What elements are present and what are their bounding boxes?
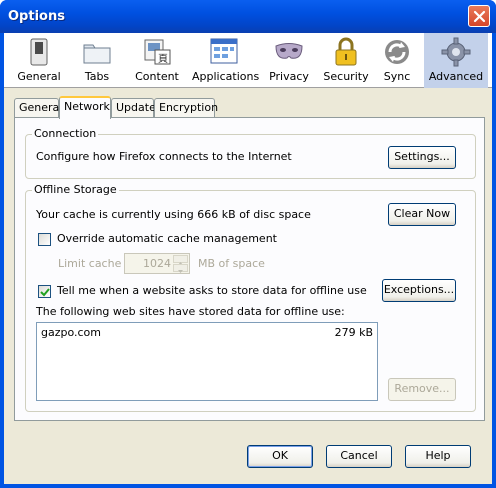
switch-icon bbox=[30, 38, 48, 66]
folder-tabs-icon bbox=[83, 44, 111, 64]
cache-size-value: 1024 bbox=[143, 257, 171, 270]
pane-label: Privacy bbox=[269, 70, 309, 83]
tell-me-checkbox[interactable] bbox=[38, 285, 51, 298]
cache-size-spinner[interactable]: 1024 bbox=[124, 253, 190, 274]
exceptions-label: Exceptions... bbox=[383, 283, 455, 296]
spinner-up-icon[interactable] bbox=[173, 255, 188, 265]
pane-sync[interactable]: Sync bbox=[368, 33, 426, 88]
svg-text:頁: 頁 bbox=[158, 53, 168, 65]
pane-label: Sync bbox=[383, 70, 411, 83]
tab-general[interactable]: General bbox=[14, 98, 62, 118]
pane-toolbar: General Tabs 頁 Content Applications Priv… bbox=[4, 33, 492, 88]
override-cache-label[interactable]: Override automatic cache management bbox=[57, 232, 277, 245]
offline-storage-group: Offline Storage Your cache is currently … bbox=[25, 183, 476, 412]
close-icon bbox=[473, 10, 486, 23]
spinner-arrows bbox=[173, 255, 188, 273]
pane-applications[interactable]: Applications bbox=[192, 33, 260, 88]
options-window: Options General Tabs 頁 Content Applicati… bbox=[0, 0, 496, 488]
tab-update[interactable]: Update bbox=[111, 98, 156, 118]
ok-label: OK bbox=[272, 449, 288, 462]
list-item[interactable]: gazpo.com 279 kB bbox=[41, 325, 373, 341]
connection-settings-button[interactable]: Settings... bbox=[388, 146, 456, 169]
sync-icon bbox=[385, 40, 409, 64]
offline-sites-label: The following web sites have stored data… bbox=[36, 305, 345, 318]
override-cache-checkbox[interactable] bbox=[38, 233, 51, 246]
clear-now-button[interactable]: Clear Now bbox=[388, 203, 456, 226]
tab-network[interactable]: Network bbox=[59, 96, 111, 119]
connection-group: Connection Configure how Firefox connect… bbox=[25, 127, 476, 179]
pane-general[interactable]: General bbox=[10, 33, 68, 88]
tab-encryption[interactable]: Encryption bbox=[154, 98, 218, 118]
pane-label: Content bbox=[135, 70, 179, 83]
pane-label: Advanced bbox=[428, 70, 484, 83]
gear-icon bbox=[441, 37, 471, 67]
applications-icon bbox=[210, 38, 238, 64]
offline-sites-list[interactable]: gazpo.com 279 kB bbox=[36, 322, 378, 401]
ok-button[interactable]: OK bbox=[247, 445, 313, 468]
exceptions-button[interactable]: Exceptions... bbox=[382, 279, 456, 302]
close-button[interactable] bbox=[468, 5, 490, 27]
tell-me-label[interactable]: Tell me when a website asks to store dat… bbox=[57, 284, 367, 297]
cancel-label: Cancel bbox=[340, 449, 378, 462]
network-tab-panel: Connection Configure how Firefox connect… bbox=[14, 117, 485, 421]
padlock-icon bbox=[335, 37, 357, 66]
help-button[interactable]: Help bbox=[405, 445, 471, 468]
dialog-client-area: General Tabs 頁 Content Applications Priv… bbox=[4, 33, 492, 484]
mask-icon bbox=[275, 43, 303, 59]
title-bar[interactable]: Options bbox=[0, 0, 496, 33]
site-size: 279 kB bbox=[334, 326, 373, 339]
offline-storage-caption: Offline Storage bbox=[32, 183, 119, 196]
cancel-button[interactable]: Cancel bbox=[326, 445, 392, 468]
checkmark-icon bbox=[40, 288, 50, 297]
pane-advanced[interactable]: Advanced bbox=[424, 33, 488, 88]
remove-button[interactable]: Remove... bbox=[388, 378, 456, 401]
remove-label: Remove... bbox=[394, 382, 450, 395]
settings-button-label: Settings... bbox=[394, 150, 450, 163]
site-name: gazpo.com bbox=[41, 326, 102, 339]
window-title: Options bbox=[8, 9, 65, 24]
content-icon: 頁 bbox=[144, 39, 171, 65]
help-label: Help bbox=[425, 449, 451, 462]
spinner-down-icon[interactable] bbox=[173, 264, 188, 273]
connection-caption: Connection bbox=[32, 127, 99, 140]
limit-cache-unit: MB of space bbox=[198, 257, 265, 270]
pane-content[interactable]: 頁 Content bbox=[128, 33, 186, 88]
pane-label: Tabs bbox=[84, 70, 110, 83]
pane-label: Applications bbox=[192, 70, 260, 83]
pane-privacy[interactable]: Privacy bbox=[260, 33, 318, 88]
pane-label: General bbox=[17, 70, 61, 83]
clear-now-label: Clear Now bbox=[393, 207, 451, 220]
connection-description: Configure how Firefox connects to the In… bbox=[36, 150, 292, 163]
pane-tabs[interactable]: Tabs bbox=[68, 33, 126, 88]
cache-usage-text: Your cache is currently using 666 kB of … bbox=[36, 208, 311, 221]
